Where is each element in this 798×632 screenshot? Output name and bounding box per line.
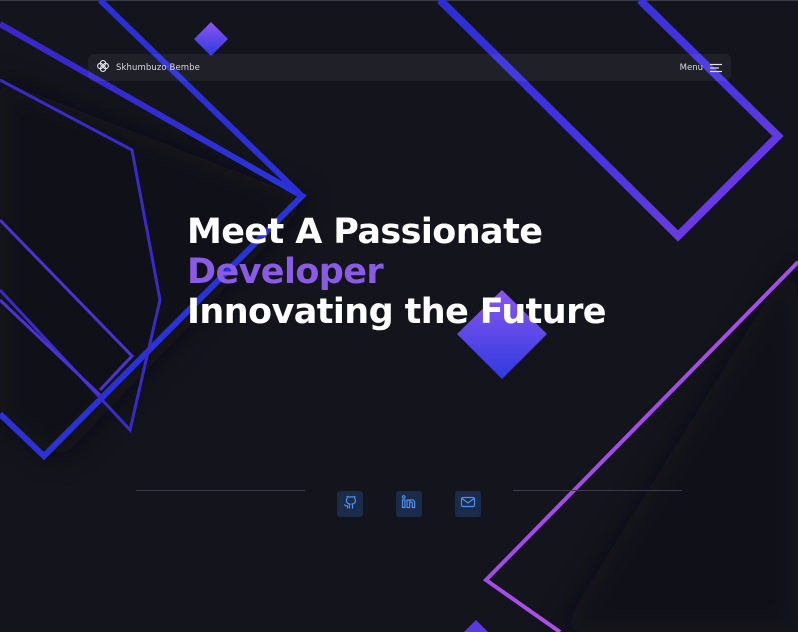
- divider-right: [513, 490, 682, 491]
- hamburger-menu-icon: [709, 58, 723, 77]
- linkedin-button[interactable]: [396, 491, 422, 517]
- right-outline: [437, 0, 784, 242]
- hero-line-1: Meet A Passionate: [187, 212, 543, 252]
- github-icon: [342, 494, 358, 514]
- top-diamond: [194, 22, 228, 56]
- hero-line-2: Developer: [187, 252, 384, 292]
- menu-label: Menu: [679, 62, 703, 73]
- menu-button[interactable]: Menu: [680, 58, 723, 77]
- flower-logo-icon: [96, 58, 110, 77]
- brand[interactable]: Skhumbuzo Bembe: [96, 58, 200, 77]
- hero-line-3: Innovating the Future: [187, 292, 607, 332]
- brand-name: Skhumbuzo Bembe: [116, 62, 200, 73]
- bottom-diamond: [464, 620, 488, 632]
- linkedin-icon: [401, 494, 417, 514]
- hero-heading: Meet A Passionate Developer Innovating t…: [187, 212, 607, 332]
- email-button[interactable]: [455, 491, 481, 517]
- divider-left: [136, 490, 305, 491]
- github-button[interactable]: [337, 491, 363, 517]
- top-navbar: Skhumbuzo Bembe Menu: [88, 54, 731, 81]
- mail-icon: [460, 494, 476, 514]
